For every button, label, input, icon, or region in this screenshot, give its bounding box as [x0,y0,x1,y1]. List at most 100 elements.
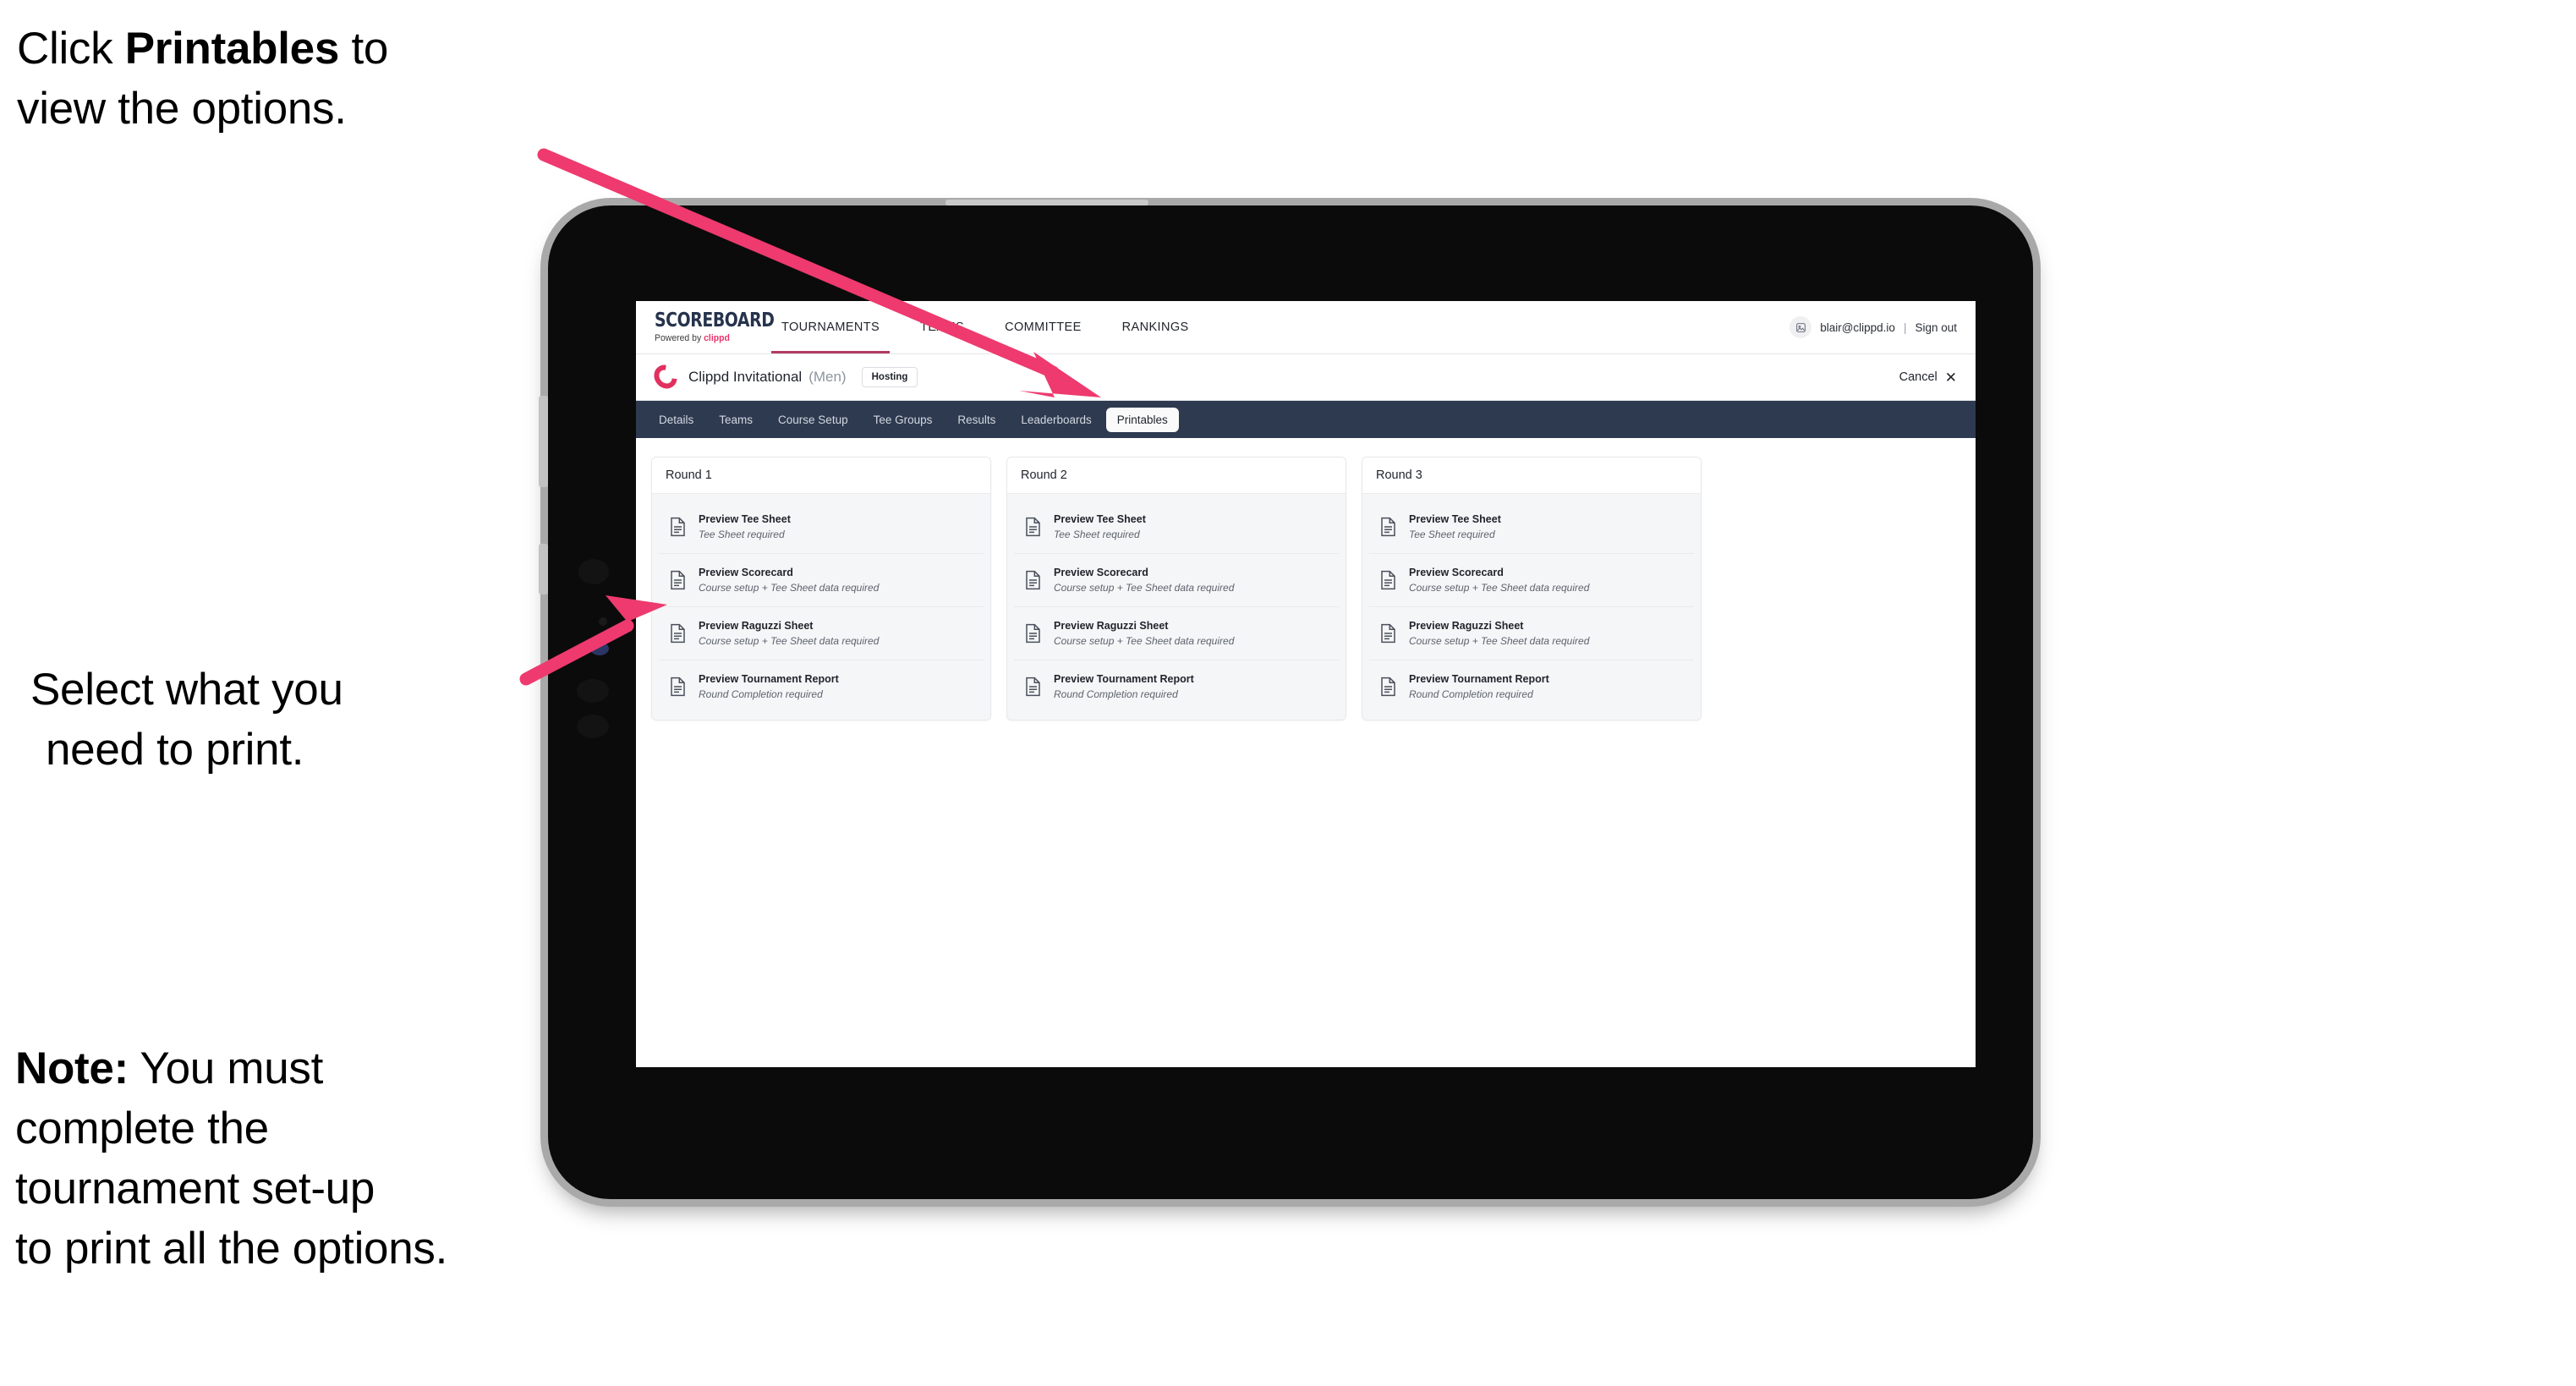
printable-title: Preview Scorecard [699,567,793,578]
document-icon [1379,677,1397,697]
printable-subtitle: Course setup + Tee Sheet data required [699,635,880,647]
printable-subtitle: Tee Sheet required [699,529,785,540]
callout-1-line2: view the options. [17,84,347,134]
printable-text: Preview Raguzzi Sheet Course setup + Tee… [699,618,879,649]
tablet-lens-main [578,559,609,584]
printable-title: Preview Raguzzi Sheet [1054,620,1169,632]
round-column-3: Round 3 Preview Tee Sheet Tee Sheet requ… [1362,457,1702,720]
printable-text: Preview Scorecard Course setup + Tee She… [699,565,879,595]
document-icon [669,677,687,697]
tab-teams[interactable]: Teams [708,408,764,432]
nav-rankings[interactable]: RANKINGS [1102,301,1209,353]
document-icon [669,517,687,537]
tab-printables[interactable]: Printables [1105,407,1179,432]
account-separator: | [1903,320,1907,334]
clippd-c-logo-icon [649,360,682,393]
printable-text: Preview Raguzzi Sheet Course setup + Tee… [1409,618,1589,649]
nav-tournaments[interactable]: TOURNAMENTS [761,301,900,353]
tablet-speaker [945,200,1148,205]
printable-title: Preview Scorecard [1409,567,1504,578]
round-items: Preview Tee Sheet Tee Sheet required Pre… [1007,494,1346,720]
round-items: Preview Tee Sheet Tee Sheet required Pre… [652,494,990,720]
round-title: Round 3 [1362,457,1701,494]
document-icon [1024,570,1042,590]
printable-item-raguzzi-sheet[interactable]: Preview Raguzzi Sheet Course setup + Tee… [659,607,984,660]
user-avatar-icon[interactable] [1789,316,1812,338]
printable-title: Preview Tournament Report [1409,673,1549,685]
document-icon [1024,677,1042,697]
printable-item-tournament-report[interactable]: Preview Tournament Report Round Completi… [659,660,984,713]
printable-item-raguzzi-sheet[interactable]: Preview Raguzzi Sheet Course setup + Tee… [1014,607,1339,660]
app-screen: SCOREBOARD Powered by clippd TOURNAMENTS… [636,301,1976,1067]
printable-title: Preview Raguzzi Sheet [1409,620,1524,632]
scoreboard-wordmark: SCOREBOARD [655,310,775,331]
tab-details[interactable]: Details [648,408,704,432]
printable-subtitle: Course setup + Tee Sheet data required [1409,635,1590,647]
note-line2: complete the [15,1104,269,1154]
printable-subtitle: Course setup + Tee Sheet data required [1054,635,1235,647]
tournament-header: Clippd Invitational (Men) Hosting Cancel… [636,354,1976,401]
document-icon [1379,517,1397,537]
printable-subtitle: Course setup + Tee Sheet data required [1409,582,1590,594]
printable-subtitle: Round Completion required [1054,688,1178,700]
callout-2-line2: need to print. [46,725,304,775]
tablet-side-button-power [539,544,548,594]
tab-course-setup[interactable]: Course Setup [767,408,859,432]
app-top-bar: SCOREBOARD Powered by clippd TOURNAMENTS… [636,301,1976,354]
callout-select-what-to-print: Select what you need to print. [30,660,555,780]
tab-tee-groups[interactable]: Tee Groups [863,408,944,432]
scoreboard-logo[interactable]: SCOREBOARD Powered by clippd [636,301,775,353]
account-area: blair@clippd.io | Sign out [1789,301,1976,353]
tournament-name: Clippd Invitational [688,369,803,385]
round-items: Preview Tee Sheet Tee Sheet required Pre… [1362,494,1701,720]
printable-item-scorecard[interactable]: Preview Scorecard Course setup + Tee She… [659,554,984,607]
printable-item-raguzzi-sheet[interactable]: Preview Raguzzi Sheet Course setup + Tee… [1369,607,1694,660]
powered-by-clippd: Powered by clippd [655,333,730,343]
round-title: Round 2 [1007,457,1346,494]
printable-title: Preview Tee Sheet [699,513,791,525]
tournament-gender: (Men) [808,369,847,385]
printable-text: Preview Tournament Report Round Completi… [1409,671,1549,702]
callout-click-printables: Click Printables to view the options. [17,19,558,139]
cancel-button[interactable]: Cancel ✕ [1899,370,1957,385]
nav-committee[interactable]: COMMITTEE [984,301,1102,353]
printable-item-tournament-report[interactable]: Preview Tournament Report Round Completi… [1369,660,1694,713]
tablet-device-frame: SCOREBOARD Powered by clippd TOURNAMENTS… [539,200,2033,1199]
tablet-lens-secondary [577,679,609,703]
printables-content: Round 1 Preview Tee Sheet Tee Sheet requ… [636,438,1976,739]
tournament-sub-nav: Details Teams Course Setup Tee Groups Re… [636,401,1976,438]
printable-title: Preview Tournament Report [1054,673,1194,685]
nav-teams[interactable]: TEAMS [900,301,984,353]
printable-text: Preview Tee Sheet Tee Sheet required [699,512,791,542]
tablet-side-button-volume [539,396,548,487]
printable-title: Preview Scorecard [1054,567,1148,578]
printable-text: Preview Scorecard Course setup + Tee She… [1409,565,1589,595]
document-icon [1379,570,1397,590]
printable-item-tee-sheet[interactable]: Preview Tee Sheet Tee Sheet required [659,501,984,554]
printable-title: Preview Tee Sheet [1054,513,1146,525]
tab-leaderboards[interactable]: Leaderboards [1010,408,1102,432]
document-icon [669,570,687,590]
printable-item-tee-sheet[interactable]: Preview Tee Sheet Tee Sheet required [1014,501,1339,554]
callout-1-line1: Click Printables to [17,24,389,74]
tablet-lens-tertiary [577,715,609,738]
tablet-sensor-dot [599,617,607,626]
sign-out-link[interactable]: Sign out [1915,321,1957,334]
printable-item-scorecard[interactable]: Preview Scorecard Course setup + Tee She… [1369,554,1694,607]
note-line1: Note: You must [15,1044,324,1093]
printable-item-scorecard[interactable]: Preview Scorecard Course setup + Tee She… [1014,554,1339,607]
note-line3: tournament set-up [15,1164,375,1214]
primary-nav: TOURNAMENTS TEAMS COMMITTEE RANKINGS [761,301,1209,353]
tablet-sensor-blue [590,642,609,655]
printable-item-tournament-report[interactable]: Preview Tournament Report Round Completi… [1014,660,1339,713]
note-line4: to print all the options. [15,1224,448,1274]
callout-2-line1: Select what you [30,665,343,715]
printable-text: Preview Tournament Report Round Completi… [1054,671,1194,702]
printable-item-tee-sheet[interactable]: Preview Tee Sheet Tee Sheet required [1369,501,1694,554]
printable-text: Preview Tournament Report Round Completi… [699,671,839,702]
printable-subtitle: Round Completion required [1409,688,1533,700]
printable-subtitle: Course setup + Tee Sheet data required [699,582,880,594]
printable-subtitle: Round Completion required [699,688,823,700]
tab-results[interactable]: Results [946,408,1006,432]
printable-subtitle: Tee Sheet required [1054,529,1140,540]
